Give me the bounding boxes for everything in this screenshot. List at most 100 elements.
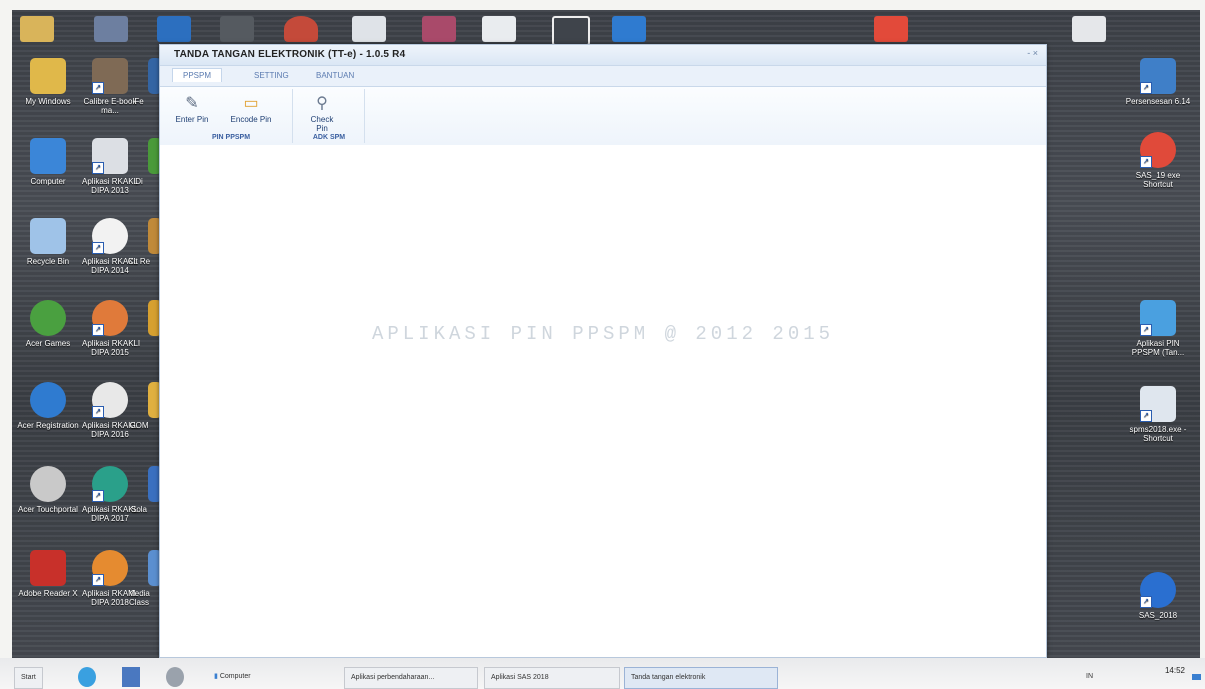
window-titlebar[interactable]: TANDA TANGAN ELEKTRONIK (TT-e) - 1.0.5 R…	[160, 45, 1046, 66]
user-icon[interactable]	[166, 667, 184, 687]
check-pin-button[interactable]: ⚲ Check Pin	[304, 93, 340, 133]
tab-bantuan[interactable]: BANTUAN	[306, 69, 364, 82]
magnifier-icon: ⚲	[316, 95, 328, 112]
folder-icon	[30, 58, 66, 94]
workspace: APLIKASI PIN PPSPM @ 2012 2015	[160, 145, 1046, 657]
tool-icon[interactable]	[220, 16, 254, 42]
taskbar: Start ▮ Computer Aplikasi perbendaharaan…	[0, 658, 1205, 689]
window-title: TANDA TANGAN ELEKTRONIK (TT-e) - 1.0.5 R…	[174, 49, 406, 60]
taskbar-clock[interactable]: 14:52	[1165, 666, 1185, 675]
folder-icon[interactable]	[20, 16, 54, 42]
desktop-icon-label: My Windows	[25, 97, 71, 106]
desktop-icon-label: Acer Registration	[17, 421, 79, 430]
pdf-icon	[30, 550, 66, 586]
pen-icon: ✎	[185, 95, 199, 112]
desktop-icon-spms2018[interactable]: ↗ spms2018.exe - Shortcut	[1122, 386, 1194, 443]
compass-icon: ↗	[92, 218, 128, 254]
folder-icon: ▮	[214, 673, 218, 680]
gear-icon: ↗	[92, 550, 128, 586]
server-icon[interactable]	[612, 16, 646, 42]
fox-icon: ↗	[92, 300, 128, 336]
app-icon[interactable]	[157, 16, 191, 42]
games-icon	[30, 300, 66, 336]
browser-icon[interactable]	[78, 667, 96, 687]
app-window: TANDA TANGAN ELEKTRONIK (TT-e) - 1.0.5 R…	[159, 44, 1047, 658]
desktop-icon-sas-19[interactable]: ↗ SAS_19 exe Shortcut	[1122, 132, 1194, 189]
document-icon: ↗	[92, 138, 128, 174]
monitor-icon[interactable]	[352, 16, 386, 42]
start-button[interactable]: Start	[14, 667, 43, 689]
paper-icon[interactable]	[1072, 16, 1106, 42]
language-indicator[interactable]: IN	[1086, 667, 1093, 687]
window-controls[interactable]: - ×	[1027, 48, 1038, 58]
tent-icon: ↗	[92, 466, 128, 502]
desktop-icon-label: SAS_19 exe Shortcut	[1135, 171, 1181, 189]
desktop-icon-label: I	[137, 339, 141, 348]
wifi-icon[interactable]	[284, 16, 318, 42]
desktop-icon-partial[interactable]: Media Class	[124, 550, 162, 607]
taskbar-computer[interactable]: ▮ Computer	[210, 667, 251, 687]
desktop-icon-label: Aplikasi PIN PPSPM (Tan...	[1131, 339, 1185, 357]
taskbar-computer-label: Computer	[219, 673, 251, 680]
sas-icon: ↗	[1140, 132, 1176, 168]
desktop-icon-label: Persensesan 6.14	[1125, 97, 1191, 106]
ribbon-group-pin-ppspm: ✎ Enter Pin ▭ Encode Pin PIN PPSPM	[170, 89, 293, 143]
desktop-icon-label: Sola	[130, 505, 147, 514]
desktop-icon-label: Di	[135, 177, 143, 186]
desktop-icon-label: Media Class	[128, 589, 150, 607]
chart-icon: ↗	[1140, 58, 1176, 94]
desktop-icon-label: Adobe Reader X	[18, 589, 78, 598]
enter-pin-button[interactable]: ✎ Enter Pin	[174, 93, 210, 124]
check-pin-label: Check Pin	[310, 115, 334, 133]
globe-icon: ↗	[1140, 300, 1176, 336]
desktop-icon-sas-2018[interactable]: ↗ SAS_2018	[1122, 572, 1194, 620]
desktop-icon-label: Cit Re	[127, 257, 151, 266]
desktop-icon-label: Computer	[30, 177, 66, 186]
badge-icon: ↗	[92, 382, 128, 418]
desktop-top-icons	[12, 10, 1200, 46]
registration-icon	[30, 382, 66, 418]
desktop-icon-label: Acer Touchportal	[18, 505, 78, 514]
lock-icon	[30, 466, 66, 502]
show-desktop-icon[interactable]	[1192, 674, 1201, 680]
ribbon-group-label: ADK SPM	[312, 134, 346, 141]
calendar-icon[interactable]	[874, 16, 908, 42]
desktop-icon-persensesan[interactable]: ↗ Persensesan 6.14	[1122, 58, 1194, 106]
encode-pin-button[interactable]: ▭ Encode Pin	[226, 93, 276, 124]
archive-icon[interactable]	[422, 16, 456, 42]
desktop-icon-partial[interactable]: Sola	[124, 466, 162, 514]
ribbon: ✎ Enter Pin ▭ Encode Pin PIN PPSPM ⚲ Che…	[160, 87, 1046, 146]
app-watermark: APLIKASI PIN PPSPM @ 2012 2015	[371, 323, 835, 345]
document-icon[interactable]	[482, 16, 516, 42]
sas-icon: ↗	[1140, 572, 1176, 608]
desktop-icon-label: Fe	[134, 97, 144, 106]
desktop-icon-partial[interactable]: Cit Re	[124, 218, 162, 266]
enter-pin-label: Enter Pin	[175, 115, 209, 124]
desktop-icon-partial[interactable]: Di	[124, 138, 162, 186]
media-icon[interactable]	[122, 667, 140, 687]
hand-icon: ↗	[1140, 386, 1176, 422]
desktop-icon-label: spms2018.exe - Shortcut	[1129, 425, 1187, 443]
desktop-icon-label: SAS_2018	[1138, 611, 1178, 620]
desktop-icon-label: Recycle Bin	[26, 257, 70, 266]
computer-icon	[30, 138, 66, 174]
tab-setting[interactable]: SETTING	[244, 69, 299, 82]
desktop-icon-label: Acer Games	[25, 339, 71, 348]
taskbar-item-perbendaharaan[interactable]: Aplikasi perbendaharaan...	[344, 667, 478, 689]
desktop-icon-partial[interactable]: GOM	[124, 382, 162, 430]
library-icon[interactable]	[94, 16, 128, 42]
desktop-icon-partial[interactable]: I	[124, 300, 162, 348]
encode-icon: ▭	[243, 95, 259, 112]
ribbon-group-label: PIN PPSPM	[211, 134, 251, 141]
ribbon-tabs: PPSPM SETTING BANTUAN	[160, 66, 1046, 87]
desktop-icon-aplikasi-pin[interactable]: ↗ Aplikasi PIN PPSPM (Tan...	[1122, 300, 1194, 357]
tab-ppspm[interactable]: PPSPM	[172, 68, 223, 82]
network-icon[interactable]	[552, 16, 590, 46]
taskbar-item-sas[interactable]: Aplikasi SAS 2018	[484, 667, 620, 689]
ribbon-group-adk-spm: ⚲ Check Pin ADK SPM	[294, 89, 365, 143]
taskbar-item-label: Aplikasi SAS 2018	[491, 674, 549, 681]
desktop-icon-partial[interactable]: Fe	[124, 58, 162, 106]
taskbar-item-label: Tanda tangan elektronik	[631, 674, 706, 681]
taskbar-item-tte[interactable]: Tanda tangan elektronik	[624, 667, 778, 689]
desktop-icon-label: GOM	[129, 421, 149, 430]
